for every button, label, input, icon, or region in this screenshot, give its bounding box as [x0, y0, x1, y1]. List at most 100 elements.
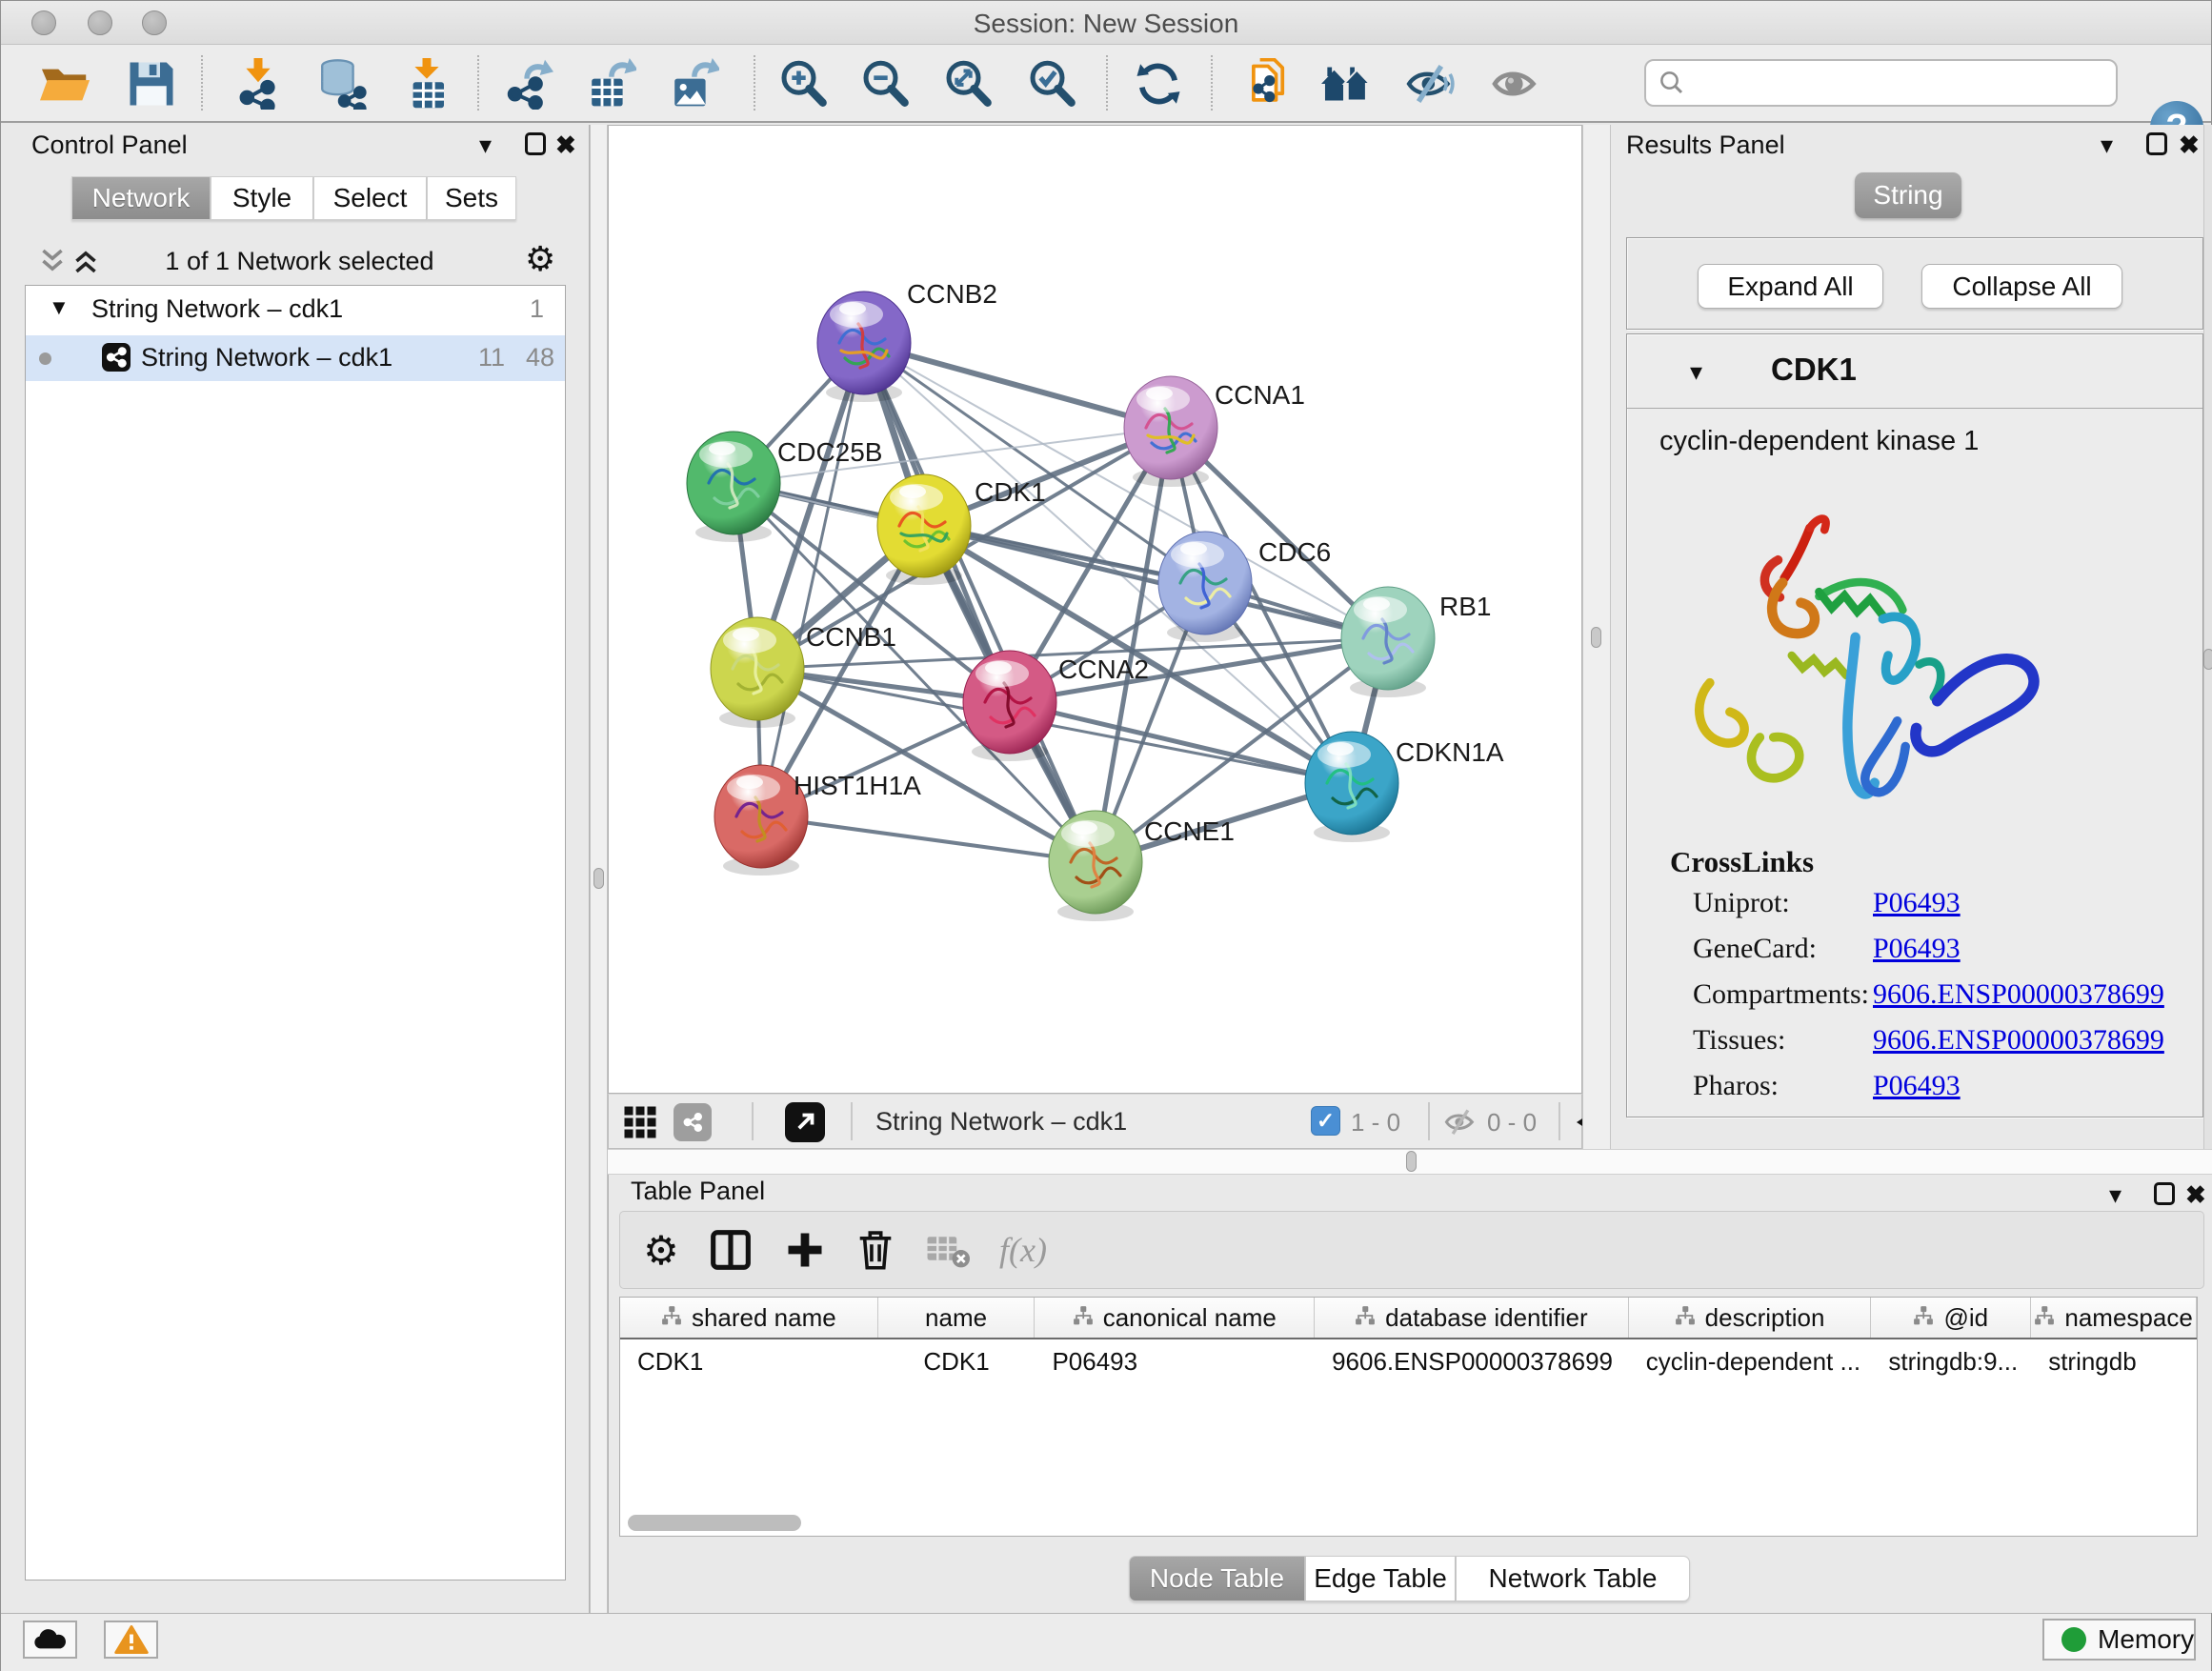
- network-canvas[interactable]: CCNB2CCNA1CDC25BCDK1CDC6RB1CCNB1CCNA2CDK…: [608, 125, 1582, 1094]
- crosslink-link[interactable]: P06493: [1873, 887, 1961, 919]
- network-options-gear-icon[interactable]: ⚙: [525, 239, 555, 279]
- birdseye-view-icon[interactable]: [785, 1102, 825, 1142]
- zoom-in-icon[interactable]: [775, 56, 831, 111]
- export-image-icon[interactable]: [666, 56, 721, 111]
- column-header-database-identifier[interactable]: database identifier: [1315, 1298, 1629, 1338]
- crosslink-link[interactable]: P06493: [1873, 933, 1961, 965]
- network-node-CCNE1[interactable]: [1049, 811, 1142, 921]
- apply-layout-icon[interactable]: [1131, 56, 1186, 111]
- first-neighbors-icon[interactable]: [1319, 56, 1375, 111]
- network-thumbnail-icon[interactable]: [674, 1103, 712, 1141]
- node-table[interactable]: shared namenamecanonical namedatabase id…: [619, 1297, 2198, 1537]
- tab-sets[interactable]: Sets: [427, 176, 516, 220]
- hidden-eye-icon[interactable]: [1443, 1107, 1478, 1137]
- table-cell[interactable]: stringdb:9...: [1871, 1341, 2031, 1381]
- export-table-icon[interactable]: [583, 56, 638, 111]
- horizontal-scrollbar[interactable]: [628, 1515, 801, 1531]
- tab-edge-table[interactable]: Edge Table: [1305, 1556, 1456, 1601]
- zoom-out-icon[interactable]: [857, 56, 913, 111]
- table-panel-splitter[interactable]: [608, 1149, 2212, 1175]
- show-hidden-icon[interactable]: [1488, 56, 1543, 111]
- import-network-file-icon[interactable]: [231, 56, 286, 111]
- crosslink-link[interactable]: P06493: [1873, 1070, 1961, 1102]
- table-cell[interactable]: CDK1: [620, 1341, 878, 1381]
- memory-button[interactable]: Memory: [2042, 1619, 2196, 1661]
- grid-view-icon[interactable]: [623, 1105, 657, 1139]
- table-row[interactable]: CDK1CDK1P064939606.ENSP00000378699cyclin…: [620, 1341, 2197, 1381]
- splitter-handle[interactable]: [1591, 627, 1601, 648]
- save-session-icon[interactable]: [124, 56, 179, 111]
- column-header-description[interactable]: description: [1629, 1298, 1872, 1338]
- hide-selected-icon[interactable]: [1402, 56, 1458, 111]
- export-network-icon[interactable]: [500, 56, 555, 111]
- tab-style[interactable]: Style: [211, 176, 313, 220]
- warnings-button[interactable]: [104, 1621, 158, 1659]
- tab-network-table[interactable]: Network Table: [1456, 1556, 1690, 1601]
- network-edge[interactable]: [761, 816, 1096, 862]
- splitter-handle[interactable]: [2203, 649, 2212, 670]
- tab-node-table[interactable]: Node Table: [1129, 1556, 1305, 1601]
- import-network-database-icon[interactable]: [313, 56, 369, 111]
- network-node-CCNB1[interactable]: [711, 617, 804, 728]
- tab-network[interactable]: Network: [71, 176, 211, 220]
- clone-network-icon[interactable]: [1236, 56, 1291, 111]
- open-session-icon[interactable]: [38, 56, 93, 111]
- function-builder-icon[interactable]: f(x): [990, 1223, 1056, 1277]
- collapse-panel-icon[interactable]: ▾: [479, 132, 492, 157]
- network-edge[interactable]: [761, 343, 864, 816]
- tab-string[interactable]: String: [1855, 172, 1961, 218]
- close-panel-icon[interactable]: ✖: [2179, 132, 2200, 157]
- float-panel-icon[interactable]: [2146, 132, 2167, 155]
- crosslink-link[interactable]: 9606.ENSP00000378699: [1873, 1024, 2164, 1057]
- network-collection-row[interactable]: ▼ String Network – cdk1 1: [26, 286, 565, 333]
- delete-table-icon[interactable]: [921, 1223, 975, 1277]
- zoom-fit-icon[interactable]: [940, 56, 995, 111]
- control-panel-splitter[interactable]: [590, 125, 608, 1613]
- search-input[interactable]: [1694, 69, 2103, 98]
- close-panel-icon[interactable]: ✖: [2185, 1182, 2206, 1207]
- cloud-status-button[interactable]: [23, 1621, 77, 1659]
- table-cell[interactable]: cyclin-dependent ...: [1629, 1341, 1872, 1381]
- results-panel-splitter[interactable]: [1582, 125, 1611, 1149]
- table-options-gear-icon[interactable]: ⚙: [634, 1223, 688, 1277]
- gene-section-header[interactable]: ▾ CDK1: [1627, 334, 2202, 409]
- float-panel-icon[interactable]: [525, 132, 546, 155]
- import-table-icon[interactable]: [399, 56, 454, 111]
- table-cell[interactable]: CDK1: [878, 1341, 1036, 1381]
- network-node-CDKN1A[interactable]: [1305, 732, 1398, 842]
- network-node-CCNB2[interactable]: [817, 292, 911, 402]
- close-panel-icon[interactable]: ✖: [555, 132, 576, 157]
- tab-select[interactable]: Select: [313, 176, 427, 220]
- section-collapse-icon[interactable]: ▾: [1690, 357, 1702, 387]
- network-node-RB1[interactable]: [1341, 587, 1435, 697]
- network-node-CCNA1[interactable]: [1124, 376, 1217, 487]
- search-box[interactable]: [1644, 59, 2118, 107]
- float-panel-icon[interactable]: [2154, 1182, 2175, 1205]
- splitter-handle[interactable]: [593, 868, 604, 889]
- crosslink-link[interactable]: 9606.ENSP00000378699: [1873, 978, 2164, 1011]
- collapse-panel-icon[interactable]: ▾: [2101, 132, 2113, 157]
- show-columns-icon[interactable]: [704, 1223, 757, 1277]
- network-node-CDC25B[interactable]: [687, 432, 780, 542]
- expand-all-button[interactable]: Expand All: [1698, 264, 1883, 309]
- column-header-name[interactable]: name: [878, 1298, 1036, 1338]
- dock-edge-splitter[interactable]: [2203, 125, 2212, 1149]
- table-header-row[interactable]: shared namenamecanonical namedatabase id…: [620, 1298, 2197, 1339]
- collection-expand-icon[interactable]: ▼: [49, 295, 70, 320]
- delete-column-icon[interactable]: [849, 1223, 902, 1277]
- add-column-icon[interactable]: [778, 1223, 832, 1277]
- column-header-canonical-name[interactable]: canonical name: [1035, 1298, 1315, 1338]
- crosslink-label: GeneCard:: [1693, 933, 1817, 965]
- zoom-selected-icon[interactable]: [1024, 56, 1079, 111]
- column-header-namespace[interactable]: namespace: [2031, 1298, 2197, 1338]
- table-cell[interactable]: 9606.ENSP00000378699: [1315, 1341, 1629, 1381]
- table-cell[interactable]: stringdb: [2031, 1341, 2197, 1381]
- table-cell[interactable]: P06493: [1035, 1341, 1315, 1381]
- column-header-@id[interactable]: @id: [1871, 1298, 2031, 1338]
- column-header-shared-name[interactable]: shared name: [620, 1298, 878, 1338]
- network-row-selected[interactable]: String Network – cdk1 11 48: [26, 335, 565, 381]
- collapse-panel-icon[interactable]: ▾: [2109, 1182, 2122, 1207]
- collapse-all-button[interactable]: Collapse All: [1921, 264, 2122, 309]
- splitter-handle[interactable]: [1406, 1151, 1417, 1172]
- selected-nodes-checkbox[interactable]: ✓: [1311, 1106, 1340, 1136]
